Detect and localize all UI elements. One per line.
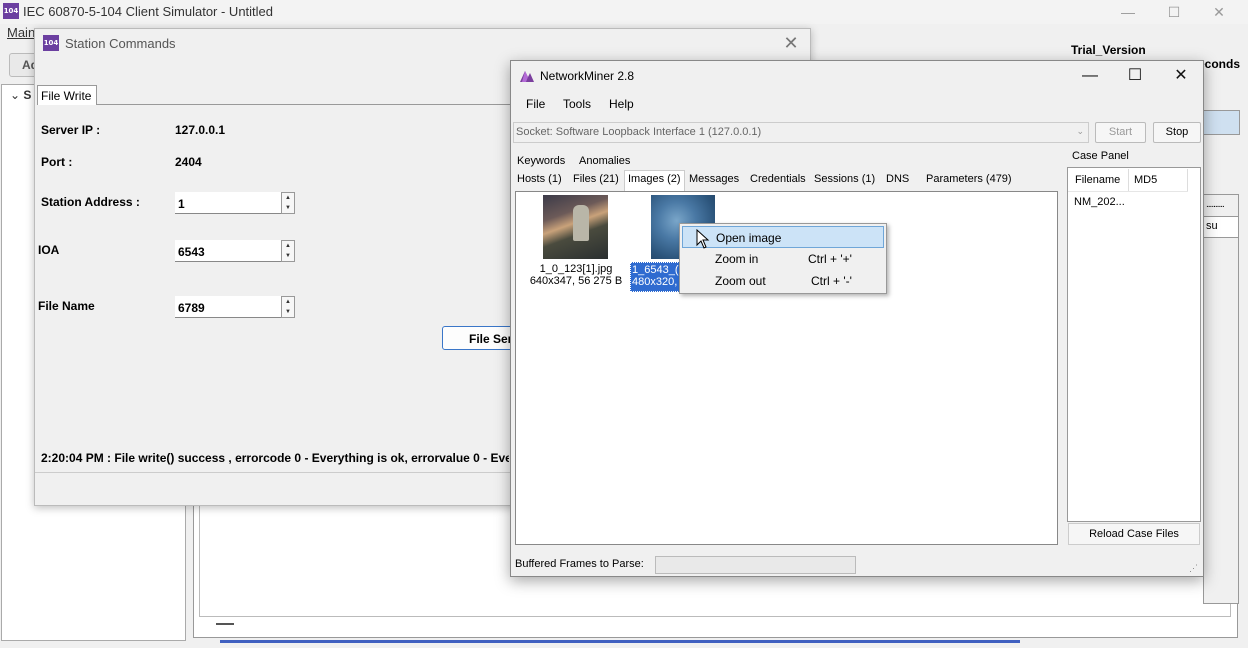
- seconds-label: econds: [1198, 57, 1241, 71]
- trial-label: Trial_Version: [1071, 43, 1146, 57]
- buffered-frames-label: Buffered Frames to Parse:: [515, 558, 644, 570]
- maximize-icon[interactable]: ☐: [1118, 65, 1152, 87]
- main-app-titlebar: 104 IEC 60870-5-104 Client Simulator - U…: [0, 0, 1248, 24]
- tab-messages[interactable]: Messages: [689, 173, 739, 185]
- dialog-title: Station Commands: [65, 36, 176, 51]
- image-context-menu: Open image Zoom in Ctrl + '+' Zoom out C…: [679, 223, 887, 294]
- tab-credentials[interactable]: Credentials: [750, 173, 806, 185]
- tab-hosts[interactable]: Hosts (1): [517, 173, 562, 185]
- menu-item-open-image[interactable]: Open image: [682, 226, 884, 248]
- spin-up-icon[interactable]: ▲: [282, 297, 294, 307]
- networkminer-titlebar: NetworkMiner 2.8 — ☐ ✕: [511, 61, 1203, 91]
- column-divider[interactable]: [1128, 169, 1129, 191]
- image-caption[interactable]: 1_0_123[1].jpg 640x347, 56 275 B: [521, 263, 631, 287]
- reload-case-files-button[interactable]: Reload Case Files: [1068, 523, 1200, 545]
- tab-files[interactable]: Files (21): [573, 173, 619, 185]
- file-name-input[interactable]: [175, 296, 279, 316]
- chevron-down-icon[interactable]: ⌄: [1076, 126, 1084, 137]
- ioa-input[interactable]: [175, 240, 279, 260]
- close-icon[interactable]: ✕: [1205, 2, 1233, 22]
- main-app-title: IEC 60870-5-104 Client Simulator - Untit…: [23, 4, 274, 19]
- right-list-panel: ..........: [1203, 194, 1239, 604]
- socket-select-value: Socket: Software Loopback Interface 1 (1…: [516, 126, 762, 138]
- station-address-label: Station Address :: [41, 195, 140, 209]
- tab-sessions[interactable]: Sessions (1): [814, 173, 875, 185]
- taskbar-accent-line: [220, 640, 1020, 643]
- image-filename: 1_0_123[1].jpg: [539, 263, 613, 275]
- buffered-frames-progress: [655, 556, 856, 574]
- menu-item-shortcut: Ctrl + '+': [808, 252, 852, 266]
- spin-up-icon[interactable]: ▲: [282, 241, 294, 251]
- menu-item-zoom-out[interactable]: Zoom out Ctrl + '-': [682, 270, 884, 292]
- chevron-down-icon[interactable]: ⌄ S: [10, 88, 31, 102]
- stepper-arrows[interactable]: ▲ ▼: [281, 240, 295, 262]
- station-address-input[interactable]: [175, 192, 279, 212]
- menu-help[interactable]: Help: [609, 97, 634, 111]
- tab-anomalies[interactable]: Anomalies: [579, 155, 630, 167]
- tab-file-write[interactable]: File Write: [37, 85, 97, 105]
- file-name-label: File Name: [38, 299, 95, 313]
- menu-item-label: Zoom in: [715, 252, 759, 266]
- spin-down-icon[interactable]: ▼: [282, 251, 294, 261]
- spin-up-icon[interactable]: ▲: [282, 193, 294, 203]
- mouse-cursor-icon: [696, 229, 710, 249]
- image-thumbnail[interactable]: [543, 195, 608, 259]
- tab-parameters[interactable]: Parameters (479): [926, 173, 1012, 185]
- right-header-strip: [1200, 110, 1240, 135]
- networkminer-window: NetworkMiner 2.8 — ☐ ✕ File Tools Help S…: [510, 60, 1204, 577]
- spin-down-icon[interactable]: ▼: [282, 307, 294, 317]
- case-file-row[interactable]: NM_202...: [1074, 196, 1125, 208]
- stepper-arrows[interactable]: ▲ ▼: [281, 192, 295, 214]
- ioa-label: IOA: [38, 243, 60, 257]
- port-value: 2404: [175, 155, 202, 169]
- dialog-logo-icon: 104: [43, 35, 59, 51]
- maximize-icon[interactable]: ☐: [1160, 2, 1188, 22]
- menu-item-zoom-in[interactable]: Zoom in Ctrl + '+': [682, 248, 884, 270]
- menu-item-label: Zoom out: [715, 274, 766, 288]
- menu-item-shortcut: Ctrl + '-': [811, 274, 852, 288]
- port-label: Port :: [41, 155, 73, 169]
- tab-divider: [96, 104, 516, 105]
- station-address-stepper[interactable]: ▲ ▼: [175, 192, 295, 214]
- networkminer-title: NetworkMiner 2.8: [540, 69, 635, 83]
- stop-button[interactable]: Stop: [1153, 122, 1201, 143]
- spin-down-icon[interactable]: ▼: [282, 203, 294, 213]
- tab-keywords[interactable]: Keywords: [517, 155, 565, 167]
- server-ip-value: 127.0.0.1: [175, 123, 226, 137]
- menu-file[interactable]: File: [526, 97, 545, 111]
- image-filename: 1_6543_(: [632, 264, 679, 276]
- image-caption-selected[interactable]: 1_6543_( 480x320,: [630, 262, 682, 292]
- tab-dns[interactable]: DNS: [886, 173, 909, 185]
- menu-tools[interactable]: Tools: [563, 97, 591, 111]
- resize-grip-icon[interactable]: ⋰: [1189, 563, 1199, 573]
- image-info: 480x320,: [632, 276, 678, 288]
- column-divider[interactable]: [1187, 169, 1188, 191]
- minimize-icon[interactable]: —: [1073, 65, 1107, 87]
- menu-item-label: Open image: [716, 231, 782, 245]
- case-panel-label: Case Panel: [1072, 150, 1129, 162]
- right-list-cell[interactable]: su: [1203, 216, 1239, 238]
- stepper-arrows[interactable]: ▲ ▼: [281, 296, 295, 318]
- image-info: 640x347, 56 275 B: [529, 275, 623, 287]
- networkminer-logo-icon: [520, 71, 534, 82]
- tree-node-label[interactable]: S: [23, 88, 31, 102]
- case-panel-list[interactable]: [1067, 167, 1201, 522]
- server-ip-label: Server IP :: [41, 123, 101, 137]
- file-name-stepper[interactable]: ▲ ▼: [175, 296, 295, 318]
- minimize-icon[interactable]: —: [1114, 2, 1142, 22]
- truncated-text: ..........: [1206, 199, 1225, 210]
- menu-main[interactable]: Main: [7, 25, 35, 40]
- status-message: 2:20:04 PM : File write() success , erro…: [41, 451, 509, 465]
- column-md5[interactable]: MD5: [1134, 174, 1157, 186]
- scrollbar-thumb[interactable]: [216, 623, 234, 625]
- ioa-stepper[interactable]: ▲ ▼: [175, 240, 295, 262]
- app-logo-icon: 104: [3, 3, 19, 19]
- tab-images[interactable]: Images (2): [624, 170, 685, 191]
- column-filename[interactable]: Filename: [1075, 174, 1120, 186]
- socket-select[interactable]: Socket: Software Loopback Interface 1 (1…: [513, 122, 1089, 143]
- close-icon[interactable]: ✕: [1164, 65, 1198, 87]
- start-button[interactable]: Start: [1095, 122, 1146, 143]
- dialog-close-icon[interactable]: ✕: [778, 31, 804, 55]
